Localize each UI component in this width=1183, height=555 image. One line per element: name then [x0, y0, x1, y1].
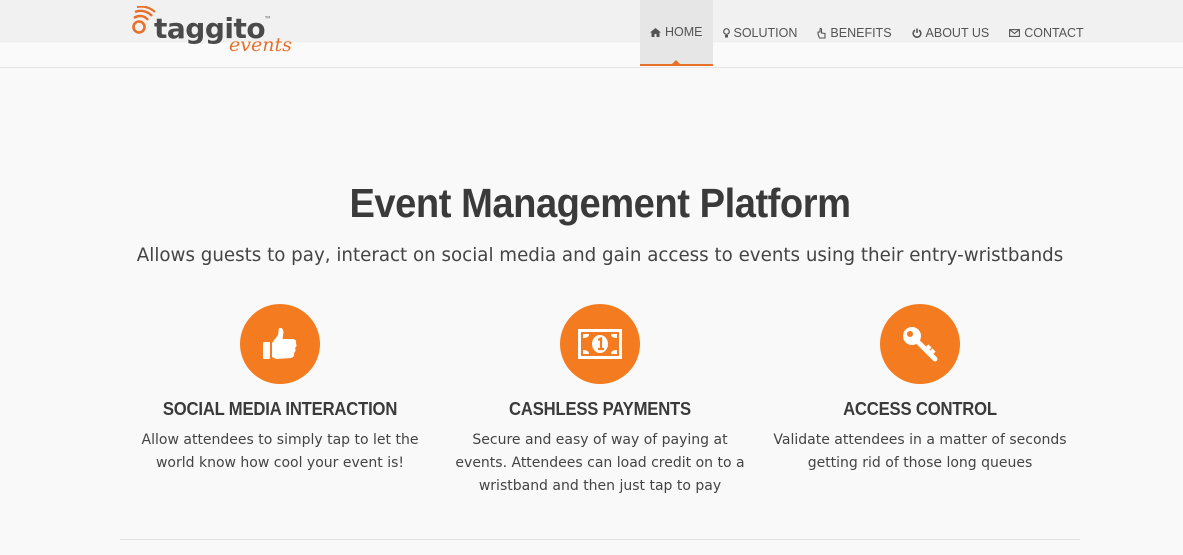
feature-description: Secure and easy of way of paying at even… — [455, 432, 745, 494]
feature-title: ACCESS CONTROL — [843, 398, 997, 419]
feature-description: Allow attendees to simply tap to let the… — [141, 432, 419, 471]
key-icon — [903, 327, 938, 362]
feature-icon-circle — [240, 304, 320, 384]
logo-subname: events — [229, 34, 292, 56]
logo-trademark: ™ — [264, 15, 272, 24]
feature-icon-circle — [560, 304, 640, 384]
nav-item-home[interactable]: HOME — [640, 0, 713, 66]
lightbulb-icon — [722, 28, 730, 38]
section-divider — [120, 539, 1080, 540]
feature-social-media: SOCIAL MEDIA INTERACTION Allow attendees… — [120, 304, 440, 498]
taggito-logo[interactable]: taggito ™ events — [130, 6, 292, 62]
nav-label: CONTACT — [1024, 26, 1084, 40]
feature-title: SOCIAL MEDIA INTERACTION — [162, 398, 398, 419]
nav-label: BENEFITS — [830, 26, 892, 40]
page-subtitle: Allows guests to pay, interact on social… — [136, 244, 1064, 266]
nav-label: HOME — [665, 25, 703, 39]
nav-item-about-us[interactable]: ABOUT US — [902, 0, 1000, 66]
nav-item-solution[interactable]: SOLUTION — [713, 0, 808, 66]
feature-cashless-payments: CASHLESS PAYMENTS Secure and easy of way… — [440, 304, 760, 498]
thumbs-up-icon — [263, 327, 297, 359]
nav-item-benefits[interactable]: BENEFITS — [807, 0, 901, 66]
features-row: SOCIAL MEDIA INTERACTION Allow attendees… — [120, 304, 1080, 498]
feature-access-control: ACCESS CONTROL Validate attendees in a m… — [760, 304, 1080, 498]
feature-description: Validate attendees in a matter of second… — [773, 432, 1067, 471]
nav-label: ABOUT US — [925, 26, 990, 40]
money-icon — [578, 329, 622, 359]
nav-item-contact[interactable]: CONTACT — [999, 0, 1094, 66]
nav-label: SOLUTION — [733, 26, 798, 40]
page-title: Event Management Platform — [349, 180, 851, 226]
home-icon — [650, 27, 661, 37]
power-icon — [911, 28, 922, 38]
top-navbar: taggito ™ events HOME SOLUTION BENEFITS … — [0, 0, 1183, 68]
main-nav: HOME SOLUTION BENEFITS ABOUT US CONTACT — [640, 0, 1094, 66]
feature-icon-circle — [880, 304, 960, 384]
hand-pointer-icon — [817, 27, 826, 39]
envelope-icon — [1009, 29, 1021, 37]
feature-title: CASHLESS PAYMENTS — [509, 398, 691, 419]
